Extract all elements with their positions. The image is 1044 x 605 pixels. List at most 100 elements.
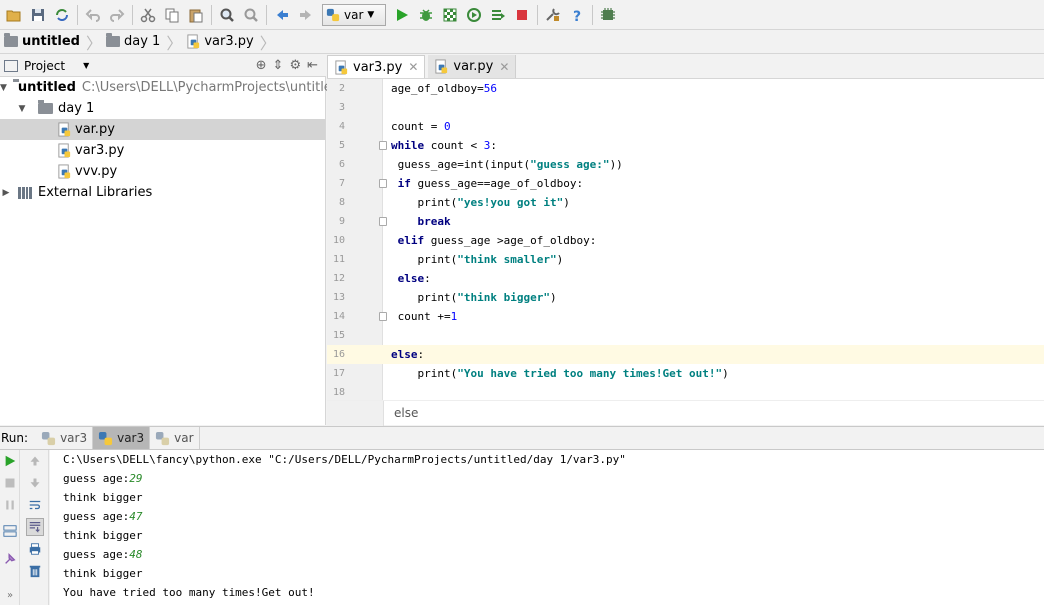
folder-icon <box>38 100 53 114</box>
tree-item-label: var.py <box>75 122 115 137</box>
editor-breadcrumb[interactable]: else <box>383 401 1044 426</box>
copy-icon[interactable] <box>161 4 183 26</box>
open-icon[interactable] <box>3 4 25 26</box>
run-tab[interactable]: var <box>150 427 200 449</box>
folder-icon <box>106 33 120 47</box>
breadcrumb-separator: 〉 <box>259 33 276 53</box>
breadcrumb-folder[interactable]: day 1 <box>106 30 164 54</box>
breadcrumb-file[interactable]: var3.py <box>186 30 257 54</box>
folder-icon <box>4 33 18 47</box>
run-tab[interactable]: var3 <box>36 427 94 449</box>
soft-wrap-icon[interactable] <box>26 496 44 514</box>
rerun-icon[interactable] <box>1 452 19 470</box>
print-icon[interactable] <box>26 540 44 558</box>
line-number: 8 <box>338 197 345 208</box>
close-icon[interactable]: ✕ <box>408 60 418 74</box>
cut-icon[interactable] <box>137 4 159 26</box>
code-line[interactable]: 12 else: <box>327 269 1044 288</box>
coverage-icon[interactable] <box>439 4 461 26</box>
code-text: print("You have tried too many times!Get… <box>391 367 729 380</box>
code-line[interactable]: 8 print("yes!you got it") <box>327 193 1044 212</box>
locate-icon[interactable]: ⊕ <box>256 58 267 73</box>
code-line[interactable]: 18 <box>327 383 1044 400</box>
redo-icon[interactable] <box>106 4 128 26</box>
fold-marker-icon[interactable] <box>379 141 387 150</box>
chevron-down-icon[interactable]: ▼ <box>83 61 89 70</box>
down-arrow-icon[interactable] <box>26 474 44 492</box>
run-tab[interactable]: var3 <box>93 427 151 449</box>
pin-icon[interactable] <box>1 550 19 568</box>
tree-item-external-libraries[interactable]: ▶ External Libraries <box>0 182 325 203</box>
scroll-to-end-icon[interactable] <box>26 518 44 536</box>
project-panel-title[interactable]: Project <box>24 59 65 73</box>
tree-item-folder[interactable]: ▼ day 1 <box>0 98 325 119</box>
paste-icon[interactable] <box>185 4 207 26</box>
code-line[interactable]: 4 count = 0 <box>327 117 1044 136</box>
stop-icon[interactable] <box>511 4 533 26</box>
tree-item-file[interactable]: var3.py <box>0 140 325 161</box>
trash-icon[interactable] <box>26 562 44 580</box>
code-line[interactable]: 3 <box>327 98 1044 117</box>
code-line[interactable]: 2 age_of_oldboy=56 <box>327 79 1044 98</box>
code-line[interactable]: 16 else: <box>327 345 1044 364</box>
tree-item-project-root[interactable]: ▼ untitled C:\Users\DELL\PycharmProjects… <box>0 77 340 98</box>
fold-marker-icon[interactable] <box>379 312 387 321</box>
code-line[interactable]: 13 print("think bigger") <box>327 288 1044 307</box>
run-configuration-select[interactable]: var ▼ <box>322 3 386 26</box>
line-number: 2 <box>338 83 345 94</box>
fold-marker-icon[interactable] <box>379 217 387 226</box>
help-icon[interactable]: ? <box>566 4 588 26</box>
code-line[interactable]: 6 guess_age=int(input("guess age:")) <box>327 155 1044 174</box>
run-toolbar-primary: » <box>0 450 20 605</box>
code-line[interactable]: 10 elif guess_age >age_of_oldboy: <box>327 231 1044 250</box>
code-line[interactable]: 7 if guess_age==age_of_oldboy: <box>327 174 1044 193</box>
tab-var-py[interactable]: var.py ✕ <box>428 55 517 78</box>
sync-icon[interactable] <box>51 4 73 26</box>
code-editor[interactable]: 2 age_of_oldboy=56 3 4 count = 0 5 while count… <box>327 79 1044 400</box>
layout-icon[interactable] <box>1 522 19 540</box>
run-tab-label: var3 <box>117 431 145 445</box>
collapse-icon[interactable]: ⇕ <box>273 58 284 73</box>
expand-arrow-icon[interactable]: ▼ <box>16 104 28 114</box>
stop-icon[interactable] <box>1 474 19 492</box>
pause-icon[interactable] <box>1 496 19 514</box>
code-line[interactable]: 5 while count < 3: <box>327 136 1044 155</box>
concurrency-icon[interactable] <box>487 4 509 26</box>
code-line[interactable]: 17 print("You have tried too many times!… <box>327 364 1044 383</box>
expand-arrow-icon[interactable]: ▼ <box>0 83 7 93</box>
code-text: elif guess_age >age_of_oldboy: <box>397 234 597 247</box>
line-number: 14 <box>332 311 345 322</box>
run-console[interactable]: C:\Users\DELL\fancy\python.exe "C:/Users… <box>50 450 1044 605</box>
save-icon[interactable] <box>27 4 49 26</box>
line-number: 4 <box>338 121 345 132</box>
sdk-icon[interactable] <box>597 4 619 26</box>
tree-item-file[interactable]: vvv.py <box>0 161 325 182</box>
find-icon[interactable] <box>216 4 238 26</box>
forward-icon[interactable] <box>295 4 317 26</box>
code-line[interactable]: 9 break <box>327 212 1044 231</box>
code-line[interactable]: 11 print("think smaller") <box>327 250 1044 269</box>
tree-item-file[interactable]: var.py <box>0 119 325 140</box>
fold-marker-icon[interactable] <box>379 179 387 188</box>
expand-arrow-icon[interactable]: ▶ <box>0 188 12 198</box>
replace-icon[interactable] <box>240 4 262 26</box>
debug-icon[interactable] <box>415 4 437 26</box>
code-text: count = 0 <box>391 120 451 133</box>
breadcrumb-project[interactable]: untitled <box>4 30 84 54</box>
console-line: think bigger <box>63 491 143 504</box>
settings-icon[interactable] <box>542 4 564 26</box>
code-line[interactable]: 14 count +=1 <box>327 307 1044 326</box>
profile-icon[interactable] <box>463 4 485 26</box>
tab-var3-py[interactable]: var3.py ✕ <box>327 55 426 78</box>
gear-icon[interactable]: ⚙ <box>289 58 301 73</box>
back-icon[interactable] <box>271 4 293 26</box>
up-arrow-icon[interactable] <box>26 452 44 470</box>
run-icon[interactable] <box>391 4 413 26</box>
undo-icon[interactable] <box>82 4 104 26</box>
code-line[interactable]: 15 <box>327 326 1044 345</box>
code-text: print("think bigger") <box>391 291 557 304</box>
more-icon[interactable]: » <box>1 586 19 604</box>
hide-icon[interactable]: ⇤ <box>307 58 318 73</box>
close-icon[interactable]: ✕ <box>499 60 509 74</box>
breadcrumb: untitled 〉 day 1 〉 var3.py 〉 <box>0 30 1044 54</box>
